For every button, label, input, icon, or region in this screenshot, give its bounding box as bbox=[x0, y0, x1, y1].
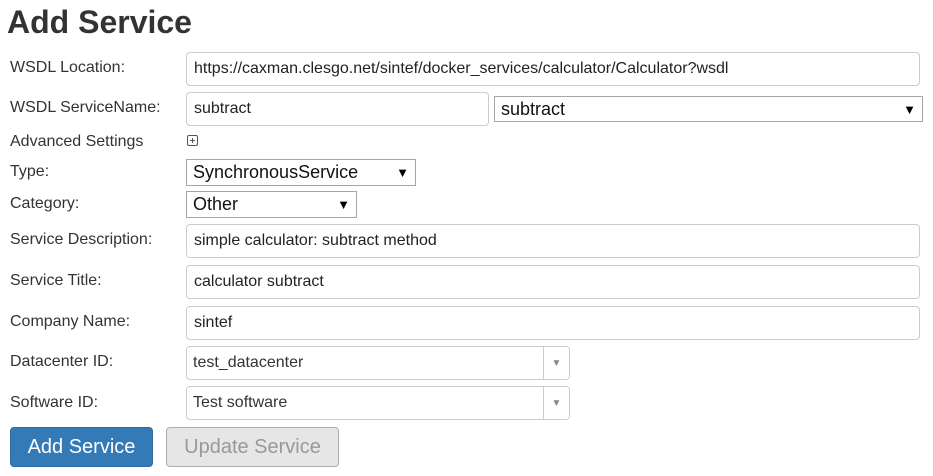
wsdl-servicename-label: WSDL ServiceName: bbox=[10, 99, 161, 116]
service-title-value: calculator subtract bbox=[194, 273, 324, 290]
software-id-value: Test software bbox=[193, 394, 288, 411]
type-select[interactable]: SynchronousService ▼ bbox=[186, 159, 416, 186]
company-name-input[interactable]: sintef bbox=[186, 306, 920, 340]
page-title: Add Service bbox=[7, 4, 192, 40]
caret-down-icon: ▼ bbox=[396, 165, 409, 180]
category-label: Category: bbox=[10, 195, 80, 212]
service-description-input[interactable]: simple calculator: subtract method bbox=[186, 224, 920, 258]
datacenter-id-combobox[interactable]: test_datacenter ▼ bbox=[186, 346, 570, 380]
wsdl-servicename-select-value: subtract bbox=[501, 98, 566, 119]
update-service-button[interactable]: Update Service bbox=[166, 427, 339, 467]
wsdl-servicename-select[interactable]: subtract ▼ bbox=[494, 96, 923, 122]
service-title-input[interactable]: calculator subtract bbox=[186, 265, 920, 299]
software-id-label: Software ID: bbox=[10, 394, 99, 411]
service-description-value: simple calculator: subtract method bbox=[194, 232, 437, 249]
caret-down-icon[interactable]: ▼ bbox=[543, 347, 569, 379]
datacenter-id-value: test_datacenter bbox=[193, 354, 304, 371]
software-id-combobox[interactable]: Test software ▼ bbox=[186, 386, 570, 420]
type-select-value: SynchronousService bbox=[193, 162, 359, 182]
company-name-label: Company Name: bbox=[10, 313, 131, 330]
wsdl-servicename-value: subtract bbox=[194, 100, 251, 117]
service-title-label: Service Title: bbox=[10, 272, 102, 289]
wsdl-location-label: WSDL Location: bbox=[10, 59, 126, 76]
category-select-value: Other bbox=[193, 194, 239, 214]
advanced-settings-label: Advanced Settings bbox=[10, 133, 144, 150]
caret-down-icon: ▼ bbox=[903, 101, 916, 117]
company-name-value: sintef bbox=[194, 314, 233, 331]
category-select[interactable]: Other ▼ bbox=[186, 191, 357, 218]
plus-square-icon[interactable] bbox=[187, 135, 198, 146]
service-description-label: Service Description: bbox=[10, 231, 153, 248]
add-service-button[interactable]: Add Service bbox=[10, 427, 153, 467]
type-label: Type: bbox=[10, 163, 50, 180]
wsdl-location-input[interactable]: https://caxman.clesgo.net/sintef/docker_… bbox=[186, 52, 920, 86]
wsdl-servicename-input[interactable]: subtract bbox=[186, 92, 489, 126]
caret-down-icon: ▼ bbox=[337, 197, 350, 212]
caret-down-icon[interactable]: ▼ bbox=[543, 387, 569, 419]
datacenter-id-label: Datacenter ID: bbox=[10, 353, 114, 370]
wsdl-location-value: https://caxman.clesgo.net/sintef/docker_… bbox=[194, 60, 729, 77]
